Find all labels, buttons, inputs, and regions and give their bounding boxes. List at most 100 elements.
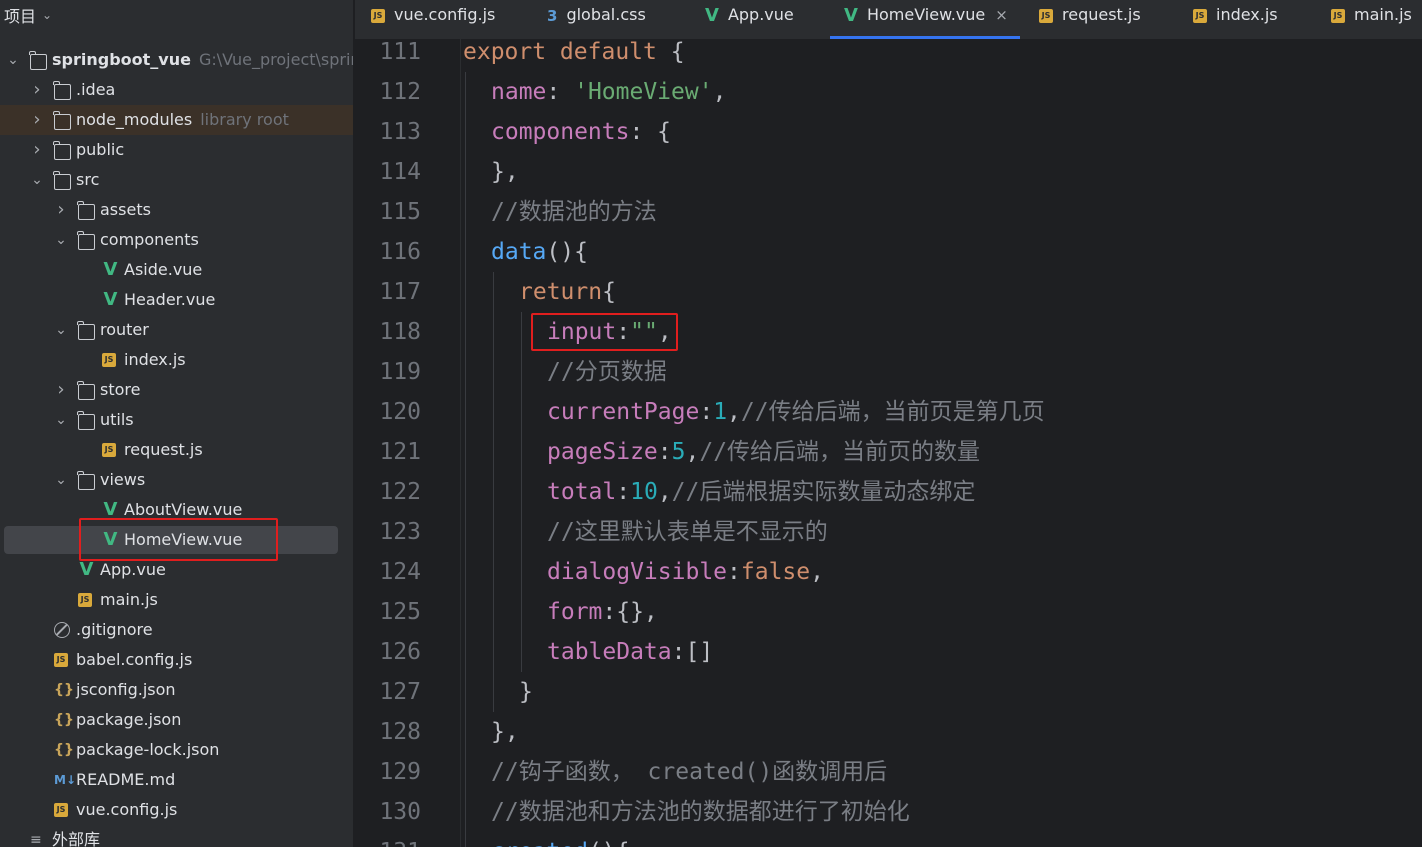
tab-vue-config-js[interactable]: JS vue.config.js xyxy=(371,0,495,39)
code-token: 10 xyxy=(630,479,658,505)
line-number[interactable]: 128 xyxy=(355,712,421,752)
line-number[interactable]: 130 xyxy=(355,792,421,832)
tree-item-aside-vue[interactable]: V Aside.vue xyxy=(0,255,353,285)
indent-guide xyxy=(465,352,466,392)
line-number[interactable]: 114 xyxy=(355,152,421,192)
code-line[interactable]: 113 components: { xyxy=(355,112,1422,152)
tree-item-idea[interactable]: › .idea xyxy=(0,75,353,105)
tree-item-header-vue[interactable]: V Header.vue xyxy=(0,285,353,315)
close-icon[interactable]: × xyxy=(995,6,1008,24)
line-number[interactable]: 117 xyxy=(355,272,421,312)
code-line[interactable]: 124 dialogVisible:false, xyxy=(355,552,1422,592)
chevron-down-icon[interactable]: ⌄ xyxy=(6,45,20,75)
chevron-down-icon[interactable]: ⌄ xyxy=(54,465,68,495)
tree-item-router[interactable]: ⌄ router xyxy=(0,315,353,345)
tree-item-node-modules[interactable]: › node_modules library root xyxy=(0,105,353,135)
code-text: } xyxy=(519,672,533,712)
line-number[interactable]: 123 xyxy=(355,512,421,552)
code-line[interactable]: 122 total:10,//后端根据实际数量动态绑定 xyxy=(355,472,1422,512)
line-number[interactable]: 116 xyxy=(355,232,421,272)
tree-item-views[interactable]: ⌄ views xyxy=(0,465,353,495)
chevron-right-icon[interactable]: › xyxy=(54,195,68,225)
tab-main-js[interactable]: JS main.js xyxy=(1331,0,1412,39)
tree-item-gitignore[interactable]: .gitignore xyxy=(0,615,353,645)
line-number[interactable]: 112 xyxy=(355,72,421,112)
chevron-right-icon[interactable]: › xyxy=(30,75,44,105)
tree-item-text: assets xyxy=(100,200,151,219)
chevron-down-icon[interactable]: ⌄ xyxy=(54,225,68,255)
code-line[interactable]: 112 name: 'HomeView', xyxy=(355,72,1422,112)
line-number[interactable]: 129 xyxy=(355,752,421,792)
tree-item-request-js[interactable]: JS request.js xyxy=(0,435,353,465)
tree-item-item[interactable]: ≡ 外部库 xyxy=(0,825,353,847)
tree-item-utils[interactable]: ⌄ utils xyxy=(0,405,353,435)
code-text: data(){ xyxy=(491,232,588,272)
code-line[interactable]: 129 //钩子函数， created()函数调用后 xyxy=(355,752,1422,792)
json-file-icon: {} xyxy=(54,682,74,698)
tree-item-assets[interactable]: › assets xyxy=(0,195,353,225)
tab-index-js[interactable]: JS index.js xyxy=(1193,0,1278,39)
code-line[interactable]: 114}, xyxy=(355,152,1422,192)
tab-app-vue[interactable]: V App.vue xyxy=(705,0,794,39)
chevron-right-icon[interactable]: › xyxy=(54,375,68,405)
tree-item-vue-config-js[interactable]: JS vue.config.js xyxy=(0,795,353,825)
code-line[interactable]: 127} xyxy=(355,672,1422,712)
tree-item-babel-config-js[interactable]: JS babel.config.js xyxy=(0,645,353,675)
indent-guide xyxy=(465,392,466,432)
line-number[interactable]: 113 xyxy=(355,112,421,152)
chevron-right-icon[interactable]: › xyxy=(30,105,44,135)
tab-global-css[interactable]: 3 global.css xyxy=(547,0,646,39)
code-line[interactable]: 115 //数据池的方法 xyxy=(355,192,1422,232)
tree-item-package-lock-json[interactable]: {} package-lock.json xyxy=(0,735,353,765)
chevron-down-icon[interactable]: ⌄ xyxy=(42,8,52,22)
tree-item-readme-md[interactable]: M↓ README.md xyxy=(0,765,353,795)
chevron-down-icon[interactable]: ⌄ xyxy=(54,315,68,345)
code-editor[interactable]: 111 export default {112 name: 'HomeView', 1… xyxy=(355,39,1422,847)
code-line[interactable]: 130 //数据池和方法池的数据都进行了初始化 xyxy=(355,792,1422,832)
tree-item-public[interactable]: › public xyxy=(0,135,353,165)
code-line[interactable]: 117 return{ xyxy=(355,272,1422,312)
tab-request-js[interactable]: JS request.js xyxy=(1039,0,1141,39)
line-number[interactable]: 121 xyxy=(355,432,421,472)
tree-item-main-js[interactable]: JS main.js xyxy=(0,585,353,615)
line-number[interactable]: 131 xyxy=(355,832,421,847)
code-token: 1 xyxy=(713,399,728,425)
project-panel-header[interactable]: 项目 ⌄ xyxy=(4,3,52,27)
tree-item-package-json[interactable]: {} package.json xyxy=(0,705,353,735)
line-number[interactable]: 125 xyxy=(355,592,421,632)
line-number[interactable]: 124 xyxy=(355,552,421,592)
tab-homeview-vue[interactable]: V HomeView.vue × xyxy=(830,0,1020,39)
code-line[interactable]: 111 export default { xyxy=(355,39,1422,72)
line-number[interactable]: 122 xyxy=(355,472,421,512)
code-line[interactable]: 119 //分页数据 xyxy=(355,352,1422,392)
tree-item-index-js[interactable]: JS index.js xyxy=(0,345,353,375)
line-number[interactable]: 115 xyxy=(355,192,421,232)
line-number[interactable]: 118 xyxy=(355,312,421,352)
code-line[interactable]: 123 //这里默认表单是不显示的 xyxy=(355,512,1422,552)
editor-tab-bar: JS vue.config.js 3 global.css V App.vue V HomeV… xyxy=(355,0,1422,40)
code-line[interactable]: 118 input:"", xyxy=(355,312,1422,352)
chevron-right-icon[interactable]: › xyxy=(30,135,44,165)
code-line[interactable]: 131 created(){ xyxy=(355,832,1422,847)
tree-item-jsconfig-json[interactable]: {} jsconfig.json xyxy=(0,675,353,705)
code-line[interactable]: 125 form:{}, xyxy=(355,592,1422,632)
line-number[interactable]: 127 xyxy=(355,672,421,712)
tree-item-store[interactable]: › store xyxy=(0,375,353,405)
code-line[interactable]: 126 tableData:[] xyxy=(355,632,1422,672)
chevron-down-icon[interactable]: ⌄ xyxy=(54,405,68,435)
indent-guide xyxy=(493,312,494,352)
indent-guide xyxy=(521,552,522,592)
line-number[interactable]: 120 xyxy=(355,392,421,432)
line-number[interactable]: 119 xyxy=(355,352,421,392)
code-line[interactable]: 120 currentPage:1,//传给后端，当前页是第几页 xyxy=(355,392,1422,432)
chevron-down-icon[interactable]: ⌄ xyxy=(30,165,44,195)
line-number[interactable]: 126 xyxy=(355,632,421,672)
tree-item-components[interactable]: ⌄ components xyxy=(0,225,353,255)
code-line[interactable]: 128}, xyxy=(355,712,1422,752)
tree-item-src[interactable]: ⌄ src xyxy=(0,165,353,195)
code-line[interactable]: 116 data(){ xyxy=(355,232,1422,272)
code-line[interactable]: 121 pageSize:5,//传给后端，当前页的数量 xyxy=(355,432,1422,472)
code-token: //后端根据实际数量动态绑定 xyxy=(671,479,976,505)
line-number[interactable]: 111 xyxy=(355,39,421,72)
tree-item-springboot-vue[interactable]: ⌄ springboot_vue G:\Vue_project\springboot… xyxy=(0,45,353,75)
